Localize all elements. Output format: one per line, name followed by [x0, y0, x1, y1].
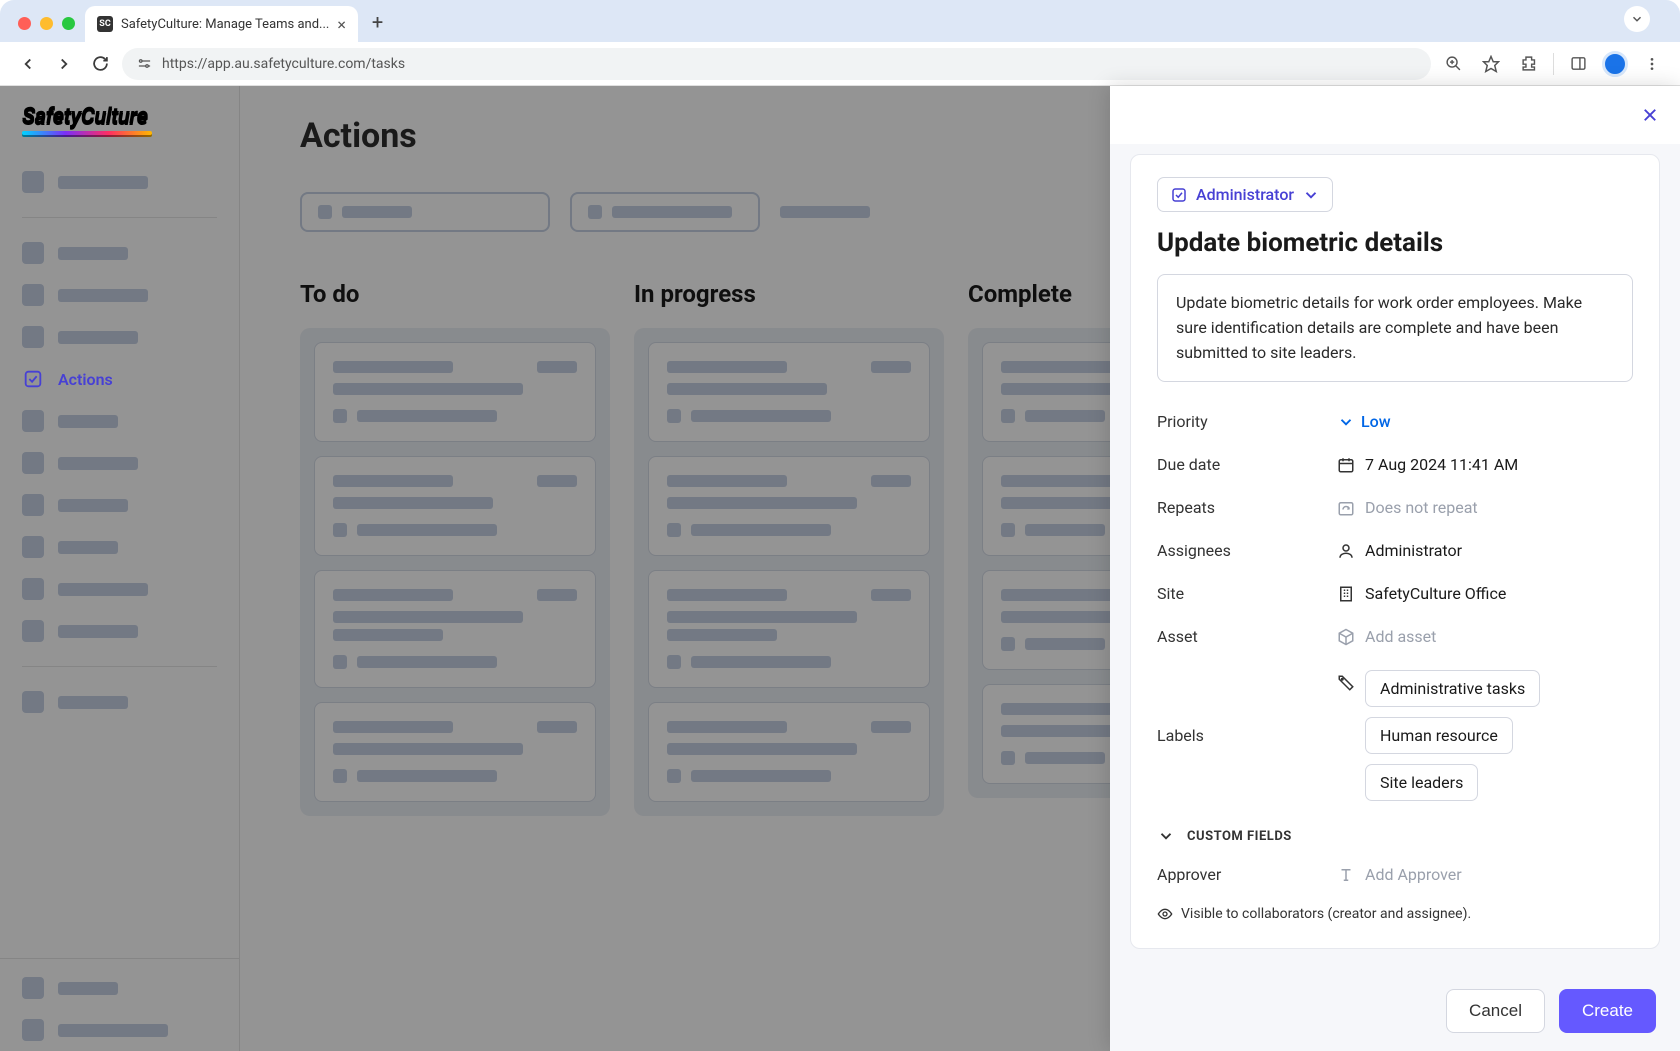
labels-list: Administrative tasks Human resource Site…: [1365, 670, 1633, 801]
creator-label: Administrator: [1196, 185, 1294, 204]
sidebar-item-actions[interactable]: Actions: [0, 358, 239, 400]
chevron-down-icon: [1302, 186, 1320, 204]
field-approver[interactable]: Approver Add Approver: [1157, 853, 1633, 896]
low-priority-icon: [1337, 413, 1355, 431]
sidepanel-icon[interactable]: [1564, 50, 1592, 78]
field-due-date[interactable]: Due date 7 Aug 2024 11:41 AM: [1157, 443, 1633, 486]
minimize-window-icon[interactable]: [40, 17, 53, 30]
bookmark-icon[interactable]: [1477, 50, 1505, 78]
zoom-icon[interactable]: [1439, 50, 1467, 78]
cancel-button[interactable]: Cancel: [1446, 989, 1545, 1033]
app-root: SafetyCulture Actions: [0, 86, 1680, 1051]
tab-strip: SC SafetyCulture: Manage Teams and... × …: [0, 0, 1680, 42]
address-bar[interactable]: https://app.au.safetyculture.com/tasks: [122, 48, 1431, 80]
panel-footer: Cancel Create: [1110, 971, 1680, 1051]
forward-button[interactable]: [50, 50, 78, 78]
field-assignees[interactable]: Assignees Administrator: [1157, 529, 1633, 572]
panel-header: [1110, 86, 1680, 144]
panel-card: Administrator Update biometric details U…: [1130, 154, 1660, 949]
actions-icon: [22, 368, 44, 390]
label-chip[interactable]: Human resource: [1365, 717, 1513, 754]
kebab-menu-icon[interactable]: [1638, 50, 1666, 78]
calendar-icon: [1337, 456, 1355, 474]
close-tab-icon[interactable]: ×: [337, 15, 346, 34]
browser-toolbar: https://app.au.safetyculture.com/tasks: [0, 42, 1680, 86]
text-icon: [1337, 866, 1355, 884]
action-type-icon: [1170, 186, 1188, 204]
building-icon: [1337, 585, 1355, 603]
tab-title: SafetyCulture: Manage Teams and...: [121, 17, 329, 32]
user-icon: [1337, 542, 1355, 560]
custom-fields-toggle[interactable]: CUSTOM FIELDS: [1157, 813, 1633, 853]
close-panel-button[interactable]: [1638, 103, 1662, 127]
field-labels[interactable]: Labels Administrative tasks Human resour…: [1157, 658, 1633, 813]
field-repeats[interactable]: Repeats Does not repeat: [1157, 486, 1633, 529]
create-button[interactable]: Create: [1559, 989, 1656, 1033]
site-settings-icon[interactable]: [136, 56, 152, 72]
eye-icon: [1157, 906, 1173, 922]
description-input[interactable]: Update biometric details for work order …: [1157, 274, 1633, 382]
label-chip[interactable]: Site leaders: [1365, 764, 1478, 801]
back-button[interactable]: [14, 50, 42, 78]
chrome-menu[interactable]: [1624, 6, 1668, 42]
maximize-window-icon[interactable]: [62, 17, 75, 30]
tag-icon: [1337, 674, 1355, 692]
visibility-note: Visible to collaborators (creator and as…: [1157, 896, 1633, 926]
field-asset[interactable]: Asset Add asset: [1157, 615, 1633, 658]
task-title-input[interactable]: Update biometric details: [1157, 228, 1633, 258]
field-priority[interactable]: Priority Low: [1157, 400, 1633, 443]
extensions-icon[interactable]: [1515, 50, 1543, 78]
panel-body: Administrator Update biometric details U…: [1110, 144, 1680, 971]
field-site[interactable]: Site SafetyCulture Office: [1157, 572, 1633, 615]
chevron-down-icon: [1157, 827, 1175, 845]
label-chip[interactable]: Administrative tasks: [1365, 670, 1540, 707]
favicon-icon: SC: [97, 16, 113, 32]
window-controls: [12, 17, 85, 42]
profile-avatar[interactable]: [1602, 51, 1628, 77]
sidebar-item-label: Actions: [58, 370, 113, 389]
url-text: https://app.au.safetyculture.com/tasks: [162, 56, 405, 72]
browser-chrome: SC SafetyCulture: Manage Teams and... × …: [0, 0, 1680, 86]
browser-tab[interactable]: SC SafetyCulture: Manage Teams and... ×: [85, 6, 358, 42]
creator-chip[interactable]: Administrator: [1157, 177, 1333, 212]
reload-button[interactable]: [86, 50, 114, 78]
create-action-panel: Administrator Update biometric details U…: [1110, 86, 1680, 1051]
cube-icon: [1337, 628, 1355, 646]
repeat-icon: [1337, 499, 1355, 517]
close-window-icon[interactable]: [18, 17, 31, 30]
new-tab-button[interactable]: +: [358, 10, 393, 42]
